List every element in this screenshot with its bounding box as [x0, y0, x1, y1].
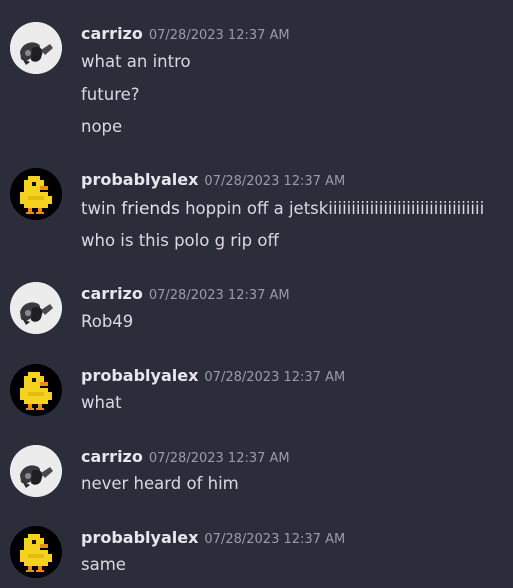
message-text: what	[81, 393, 122, 412]
message-header: probablyalex 07/28/2023 12:37 AM	[81, 365, 345, 387]
message-header: carrizo 07/28/2023 12:37 AM	[81, 23, 290, 45]
message-header: probablyalex 07/28/2023 12:37 AM	[81, 527, 345, 549]
message-group: carrizo 07/28/2023 12:37 AM Rob49	[0, 282, 513, 342]
message-text-emphasis: friends	[121, 199, 180, 219]
message-text: same	[81, 555, 126, 574]
username[interactable]: carrizo	[81, 447, 143, 466]
username[interactable]: probablyalex	[81, 366, 198, 385]
message-text: what an intro	[81, 52, 191, 71]
timestamp: 07/28/2023 12:37 AM	[204, 174, 346, 189]
message-text-part: hoppin off a jetskiiiiiiiiiiiiiiiiiiiiii…	[179, 199, 485, 218]
timestamp: 07/28/2023 12:37 AM	[148, 451, 290, 466]
message-header: probablyalex 07/28/2023 12:37 AM	[81, 169, 345, 191]
message-text: future?	[81, 85, 140, 104]
message-text: never heard of him	[81, 474, 239, 493]
pixel-duck-avatar-icon[interactable]	[10, 364, 62, 416]
chat-log: carrizo 07/28/2023 12:37 AM what an intro…	[0, 0, 513, 588]
timestamp: 07/28/2023 12:37 AM	[204, 532, 346, 547]
pixel-duck-avatar-icon[interactable]	[10, 168, 62, 220]
message-group: probablyalex 07/28/2023 12:37 AM twin fri…	[0, 168, 513, 258]
helmet-avatar-icon[interactable]	[10, 445, 62, 497]
message-group: probablyalex 07/28/2023 12:37 AM what	[0, 364, 513, 424]
timestamp: 07/28/2023 12:37 AM	[148, 28, 290, 43]
message-group: carrizo 07/28/2023 12:37 AM what an intro…	[0, 22, 513, 142]
username[interactable]: carrizo	[81, 284, 143, 303]
message-group: carrizo 07/28/2023 12:37 AM never heard o…	[0, 445, 513, 505]
message-text: nope	[81, 117, 123, 136]
helmet-avatar-icon[interactable]	[10, 22, 62, 74]
pixel-duck-avatar-icon[interactable]	[10, 526, 62, 578]
timestamp: 07/28/2023 12:37 AM	[204, 370, 346, 385]
username[interactable]: probablyalex	[81, 528, 198, 547]
message-group: probablyalex 07/28/2023 12:37 AM same	[0, 526, 513, 586]
message-text-part: twin	[81, 199, 122, 218]
message-header: carrizo 07/28/2023 12:37 AM	[81, 446, 290, 468]
message-text: twin friends hoppin off a jetskiiiiiiiii…	[81, 197, 484, 221]
message-header: carrizo 07/28/2023 12:37 AM	[81, 283, 290, 305]
timestamp: 07/28/2023 12:37 AM	[148, 288, 290, 303]
username[interactable]: probablyalex	[81, 170, 198, 189]
username[interactable]: carrizo	[81, 24, 143, 43]
helmet-avatar-icon[interactable]	[10, 282, 62, 334]
message-text: who is this polo g rip off	[81, 231, 279, 250]
message-text: Rob49	[81, 312, 134, 331]
